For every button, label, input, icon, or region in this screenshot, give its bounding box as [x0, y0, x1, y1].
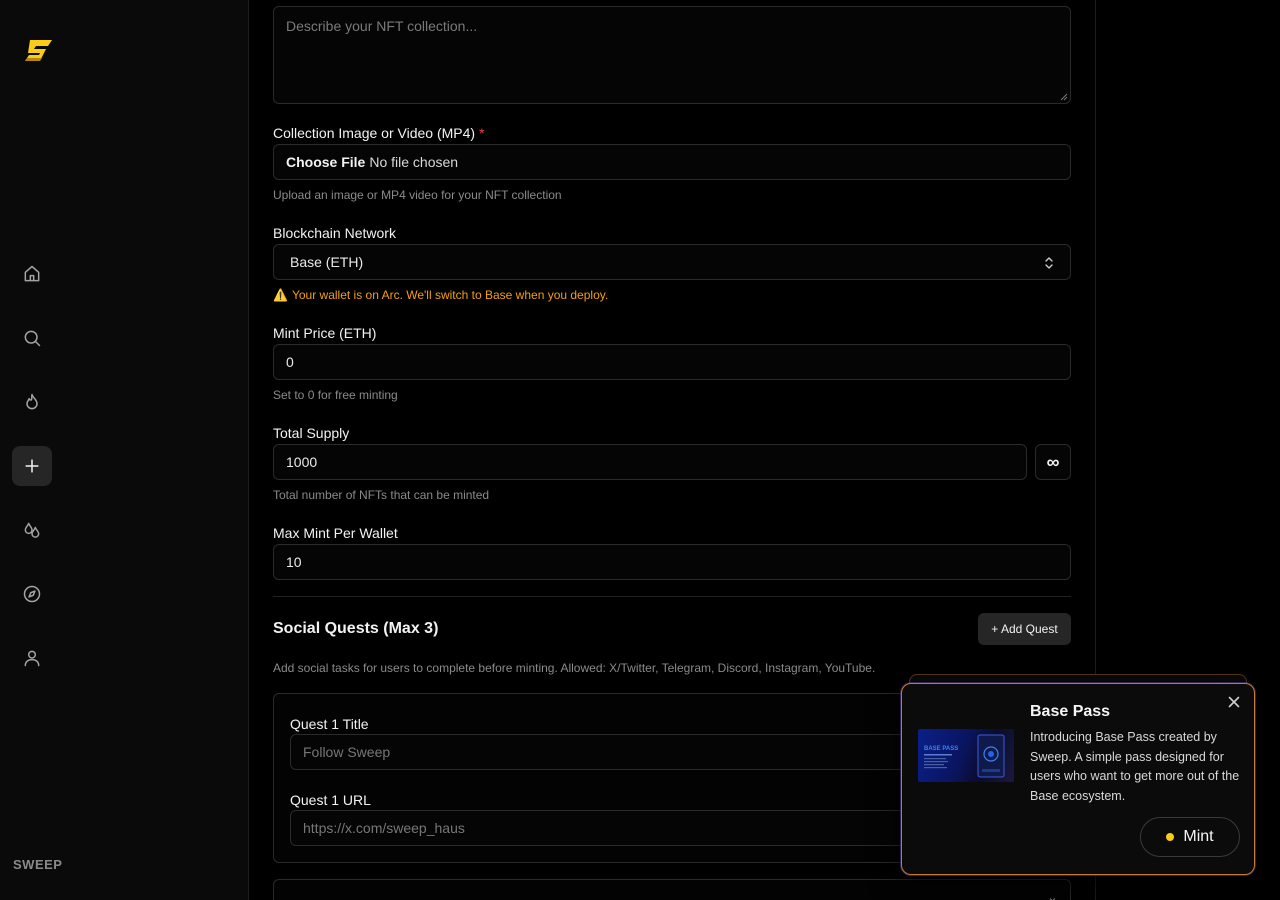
resize-grip-icon[interactable] — [1060, 93, 1068, 101]
add-quest-button[interactable]: + Add Quest — [978, 613, 1071, 645]
section-divider — [273, 596, 1071, 597]
supply-hint: Total number of NFTs that can be minted — [273, 488, 490, 502]
sidebar-item-trending[interactable] — [12, 382, 52, 422]
supply-label: Total Supply — [273, 425, 350, 441]
quest-card: × — [273, 879, 1071, 900]
chevron-updown-icon — [1045, 257, 1053, 269]
drops-icon — [24, 522, 40, 538]
sidebar-item-drops[interactable] — [12, 510, 52, 550]
sidebar-item-search[interactable] — [12, 318, 52, 358]
network-warning-text: Your wallet is on Arc. We'll switch to B… — [291, 288, 609, 302]
remove-quest-icon[interactable]: × — [1049, 894, 1056, 900]
compass-icon — [23, 585, 41, 603]
quests-description: Add social tasks for users to complete b… — [273, 661, 876, 675]
network-value: Base (ETH) — [290, 254, 364, 270]
supply-value: 1000 — [286, 454, 318, 470]
sidebar-item-home[interactable] — [12, 254, 52, 294]
media-label: Collection Image or Video (MP4) * — [273, 125, 485, 141]
price-label: Mint Price (ETH) — [273, 325, 377, 341]
search-icon — [24, 330, 41, 347]
home-icon — [24, 265, 40, 282]
description-textarea[interactable]: Describe your NFT collection... — [273, 6, 1071, 104]
infinite-supply-button[interactable]: ∞ — [1035, 444, 1071, 480]
max-per-wallet-label: Max Mint Per Wallet — [273, 525, 398, 541]
quests-title: Social Quests (Max 3) — [273, 620, 439, 637]
network-label: Blockchain Network — [273, 225, 396, 241]
quest-url-placeholder: https://x.com/sweep_haus — [303, 820, 465, 836]
media-file-input[interactable]: Choose File No file chosen — [273, 144, 1071, 180]
choose-file-button[interactable]: Choose File — [286, 154, 365, 170]
sidebar-item-explore[interactable] — [12, 574, 52, 614]
base-pass-art-text: BASE PASS — [924, 746, 958, 752]
warning-icon: ⚠️ — [273, 288, 288, 302]
quest-title-label: Quest 1 Title — [290, 716, 369, 732]
supply-input[interactable]: 1000 — [273, 444, 1027, 480]
mint-popup: BASE PASS Base Pass Introducing Base Pas… — [901, 683, 1255, 875]
price-input[interactable]: 0 — [273, 344, 1071, 380]
network-warning: ⚠️ Your wallet is on Arc. We'll switch t… — [273, 288, 608, 302]
price-value: 0 — [286, 354, 294, 370]
close-icon[interactable] — [1226, 694, 1242, 710]
sweep-logo-icon — [25, 40, 52, 61]
network-select[interactable]: Base (ETH) — [273, 244, 1071, 280]
max-per-wallet-value: 10 — [286, 554, 302, 570]
max-per-wallet-input[interactable]: 10 — [273, 544, 1071, 580]
base-pass-image: BASE PASS — [918, 729, 1014, 782]
file-status: No file chosen — [369, 154, 459, 170]
mint-status-dot — [1166, 833, 1175, 841]
mint-button[interactable]: Mint — [1140, 817, 1240, 857]
base-pass-artwork: BASE PASS — [924, 734, 1005, 778]
brand-name: SWEEP — [13, 857, 63, 872]
popup-title: Base Pass — [1030, 703, 1111, 720]
quest-title-placeholder: Follow Sweep — [303, 744, 391, 760]
required-mark: * — [479, 125, 485, 141]
description-placeholder: Describe your NFT collection... — [286, 18, 478, 34]
mint-button-label: Mint — [1183, 828, 1214, 845]
plus-icon — [25, 459, 39, 473]
flame-icon — [26, 393, 38, 410]
sidebar: SWEEP — [0, 0, 249, 900]
sidebar-item-create[interactable] — [12, 446, 52, 486]
sweep-logo[interactable] — [22, 34, 56, 66]
media-label-text: Collection Image or Video (MP4) — [273, 125, 476, 141]
user-icon — [24, 650, 40, 667]
sidebar-item-profile[interactable] — [12, 638, 52, 678]
quest-url-label: Quest 1 URL — [290, 792, 371, 808]
popup-description: Introducing Base Pass created by Sweep. … — [1030, 730, 1240, 803]
price-hint: Set to 0 for free minting — [273, 388, 398, 402]
media-hint: Upload an image or MP4 video for your NF… — [273, 188, 562, 202]
